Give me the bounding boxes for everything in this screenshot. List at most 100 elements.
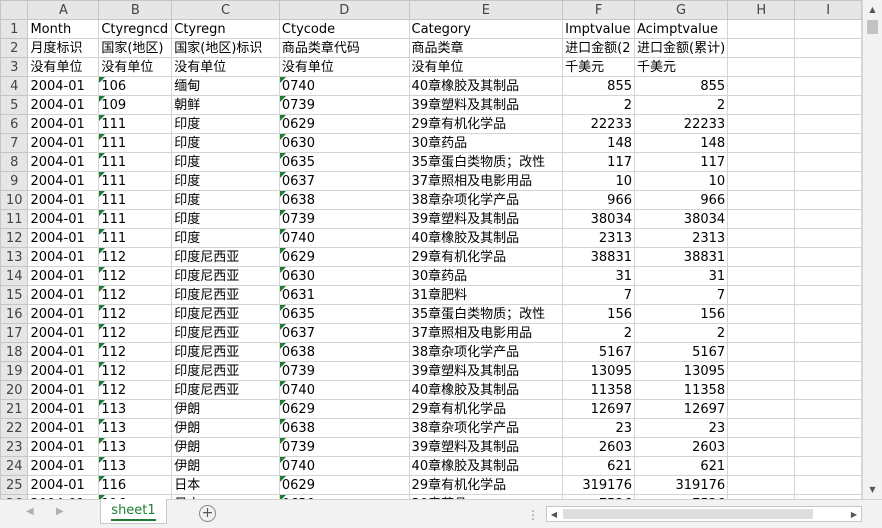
empty-cell[interactable] [794, 190, 862, 210]
accumulated-value-cell[interactable]: 5167 [633, 342, 729, 362]
accumulated-value-cell[interactable]: 117 [633, 152, 729, 172]
category-code-cell[interactable]: 0740 [278, 456, 410, 476]
category-code-cell[interactable]: 0739 [278, 209, 410, 229]
month-cell[interactable]: 2004-01 [27, 171, 100, 191]
country-cell[interactable]: 伊朗 [171, 456, 280, 476]
category-cell[interactable]: 39章塑料及其制品 [408, 361, 564, 381]
row-header[interactable]: 1 [0, 19, 29, 39]
header-cell[interactable]: Ctyregncd [98, 19, 173, 39]
country-code-cell[interactable]: 113 [98, 437, 173, 457]
empty-cell[interactable] [727, 76, 796, 96]
country-code-cell[interactable]: 112 [98, 285, 173, 305]
row-header[interactable]: 24 [0, 456, 29, 476]
accumulated-value-cell[interactable]: 7 [633, 285, 729, 305]
row-header[interactable]: 5 [0, 95, 29, 115]
import-value-cell[interactable]: 855 [562, 76, 635, 96]
splitter-handle-icon[interactable]: ⋮ [527, 508, 539, 522]
row-header[interactable]: 19 [0, 361, 29, 381]
header-cell[interactable] [794, 38, 862, 58]
country-code-cell[interactable]: 112 [98, 304, 173, 324]
month-cell[interactable]: 2004-01 [27, 418, 100, 438]
empty-cell[interactable] [794, 171, 862, 191]
month-cell[interactable]: 2004-01 [27, 190, 100, 210]
row-header[interactable]: 21 [0, 399, 29, 419]
category-code-cell[interactable]: 0635 [278, 304, 410, 324]
empty-cell[interactable] [727, 114, 796, 134]
country-code-cell[interactable]: 112 [98, 266, 173, 286]
accumulated-value-cell[interactable]: 2603 [633, 437, 729, 457]
empty-cell[interactable] [727, 304, 796, 324]
row-header[interactable]: 12 [0, 228, 29, 248]
empty-cell[interactable] [794, 475, 862, 495]
country-code-cell[interactable]: 112 [98, 247, 173, 267]
row-header[interactable]: 13 [0, 247, 29, 267]
import-value-cell[interactable]: 2 [562, 323, 635, 343]
empty-cell[interactable] [794, 133, 862, 153]
header-cell[interactable]: 没有单位 [27, 57, 100, 77]
category-code-cell[interactable]: 0630 [278, 133, 410, 153]
country-cell[interactable]: 印度尼西亚 [171, 361, 280, 381]
column-header[interactable]: H [727, 0, 796, 20]
month-cell[interactable]: 2004-01 [27, 304, 100, 324]
month-cell[interactable]: 2004-01 [27, 323, 100, 343]
row-header[interactable]: 17 [0, 323, 29, 343]
import-value-cell[interactable]: 319176 [562, 475, 635, 495]
month-cell[interactable]: 2004-01 [27, 437, 100, 457]
row-header[interactable]: 14 [0, 266, 29, 286]
month-cell[interactable]: 2004-01 [27, 475, 100, 495]
import-value-cell[interactable]: 2313 [562, 228, 635, 248]
country-code-cell[interactable]: 113 [98, 456, 173, 476]
accumulated-value-cell[interactable]: 855 [633, 76, 729, 96]
import-value-cell[interactable]: 966 [562, 190, 635, 210]
empty-cell[interactable] [727, 323, 796, 343]
country-cell[interactable]: 缅甸 [171, 76, 280, 96]
scroll-down-arrow-icon[interactable]: ▼ [865, 482, 880, 497]
header-cell[interactable]: 没有单位 [171, 57, 280, 77]
category-code-cell[interactable]: 0629 [278, 247, 410, 267]
empty-cell[interactable] [727, 418, 796, 438]
vertical-scrollbar[interactable]: ▲ ▼ [862, 0, 882, 499]
empty-cell[interactable] [727, 399, 796, 419]
empty-cell[interactable] [794, 76, 862, 96]
header-cell[interactable]: 没有单位 [98, 57, 173, 77]
country-code-cell[interactable]: 111 [98, 190, 173, 210]
country-cell[interactable]: 印度 [171, 152, 280, 172]
country-cell[interactable]: 日本 [171, 475, 280, 495]
country-cell[interactable]: 印度 [171, 114, 280, 134]
import-value-cell[interactable]: 38831 [562, 247, 635, 267]
import-value-cell[interactable]: 148 [562, 133, 635, 153]
empty-cell[interactable] [794, 228, 862, 248]
category-code-cell[interactable]: 0740 [278, 228, 410, 248]
spreadsheet-grid[interactable]: A B C D E F G H I 1 Month Ctyregncd Ctyregn… [0, 0, 862, 499]
empty-cell[interactable] [794, 304, 862, 324]
scroll-left-arrow-icon[interactable]: ◀ [547, 507, 561, 521]
select-all-corner[interactable] [0, 0, 29, 20]
empty-cell[interactable] [727, 380, 796, 400]
header-cell[interactable]: Ctycode [278, 19, 410, 39]
header-cell[interactable]: Acimptvalue [633, 19, 729, 39]
row-header[interactable]: 8 [0, 152, 29, 172]
empty-cell[interactable] [727, 171, 796, 191]
header-cell[interactable]: 没有单位 [278, 57, 410, 77]
scroll-right-arrow-icon[interactable]: ▶ [847, 507, 861, 521]
country-code-cell[interactable]: 112 [98, 361, 173, 381]
import-value-cell[interactable]: 2 [562, 95, 635, 115]
category-code-cell[interactable]: 0637 [278, 323, 410, 343]
horizontal-scrollbar[interactable]: ◀ ▶ [546, 506, 862, 522]
empty-cell[interactable] [794, 437, 862, 457]
category-code-cell[interactable]: 0740 [278, 380, 410, 400]
import-value-cell[interactable]: 621 [562, 456, 635, 476]
header-cell[interactable]: 国家(地区) [98, 38, 173, 58]
accumulated-value-cell[interactable]: 10 [633, 171, 729, 191]
row-header[interactable]: 22 [0, 418, 29, 438]
empty-cell[interactable] [794, 361, 862, 381]
header-cell[interactable]: Ctyregn [171, 19, 280, 39]
country-cell[interactable]: 伊朗 [171, 437, 280, 457]
country-cell[interactable]: 印度尼西亚 [171, 342, 280, 362]
category-cell[interactable]: 38章杂项化学产品 [408, 190, 564, 210]
import-value-cell[interactable]: 23 [562, 418, 635, 438]
month-cell[interactable]: 2004-01 [27, 266, 100, 286]
empty-cell[interactable] [794, 399, 862, 419]
empty-cell[interactable] [727, 456, 796, 476]
empty-cell[interactable] [794, 285, 862, 305]
